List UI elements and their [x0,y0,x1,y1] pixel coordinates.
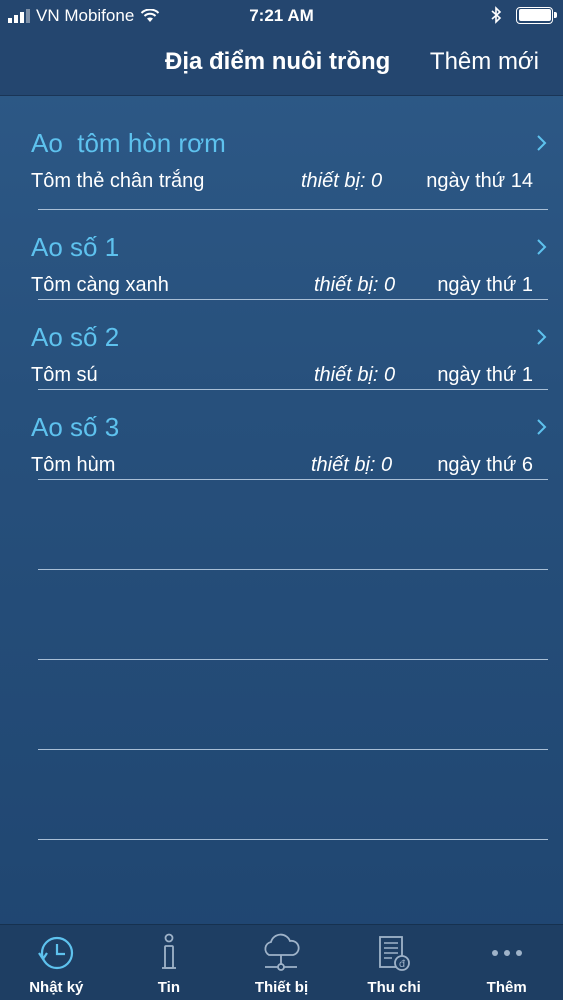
tab-thu-chi[interactable]: đ Thu chi [338,925,451,1000]
cloud-network-icon [259,933,303,973]
row-divider [38,839,548,840]
tab-label: Thu chi [367,979,421,996]
pond-day: ngày thứ 14 [426,170,533,192]
tab-label: Thiết bị [254,979,309,996]
empty-row [0,750,563,840]
list-item-pond-0[interactable]: Ao tôm hòn rơm Tôm thẻ chân trắng thiết … [0,96,563,210]
pond-devices: thiết bị: 0 [314,274,396,296]
status-time: 7:21 AM [249,6,314,25]
svg-text:đ: đ [399,959,406,970]
empty-row [0,570,563,660]
list-item-pond-1[interactable]: Ao số 1 Tôm càng xanh thiết bị: 0 ngày t… [0,210,563,300]
pond-species: Tôm thẻ chân trắng [31,170,205,192]
chevron-right-icon [537,329,547,345]
page-title: Địa điểm nuôi trồng [165,48,391,75]
battery-icon [516,6,557,24]
tab-label: Tin [157,979,180,996]
pond-species: Tôm sú [31,364,98,386]
pond-devices: thiết bị: 0 [301,170,383,192]
status-right [490,6,557,24]
pond-devices: thiết bị: 0 [311,454,393,476]
add-new-button[interactable]: Thêm mới [430,48,539,76]
tab-label: Nhật ký [29,979,84,996]
tab-nhat-ky[interactable]: Nhật ký [0,925,113,1000]
pond-day: ngày thứ 6 [437,454,533,476]
tab-bar: Nhật ký Tin Thiết bị đ Thu chi Thêm [0,924,563,1000]
list-item-pond-2[interactable]: Ao số 2 Tôm sú thiết bị: 0 ngày thứ 1 [0,300,563,390]
pond-name: Ao số 3 [31,412,120,442]
chevron-right-icon [537,419,547,435]
pond-devices: thiết bị: 0 [314,364,396,386]
tab-them[interactable]: Thêm [450,925,563,1000]
tab-thiet-bi[interactable]: Thiết bị [225,925,338,1000]
empty-row [0,660,563,750]
status-bar: VN Mobifone 7:21 AM [0,0,563,32]
pond-day: ngày thứ 1 [437,364,533,386]
pond-species: Tôm hùm [31,454,116,476]
list-item-pond-3[interactable]: Ao số 3 Tôm hùm thiết bị: 0 ngày thứ 6 [0,390,563,480]
more-dots-icon [485,933,529,973]
tab-tin[interactable]: Tin [113,925,226,1000]
pond-name: Ao tôm hòn rơm [31,128,226,158]
chevron-right-icon [537,135,547,151]
pond-species: Tôm càng xanh [31,274,169,296]
clock-icon [34,933,78,973]
info-icon [147,933,191,973]
chevron-right-icon [537,239,547,255]
pond-name: Ao số 2 [31,322,120,352]
bluetooth-icon [491,6,502,24]
ledger-icon: đ [372,933,416,973]
pond-list: Ao tôm hòn rơm Tôm thẻ chân trắng thiết … [0,96,563,840]
navigation-bar: Địa điểm nuôi trồng Thêm mới [0,32,563,96]
pond-name: Ao số 1 [31,232,120,262]
pond-day: ngày thứ 1 [437,274,533,296]
empty-row [0,480,563,570]
tab-label: Thêm [486,979,527,996]
